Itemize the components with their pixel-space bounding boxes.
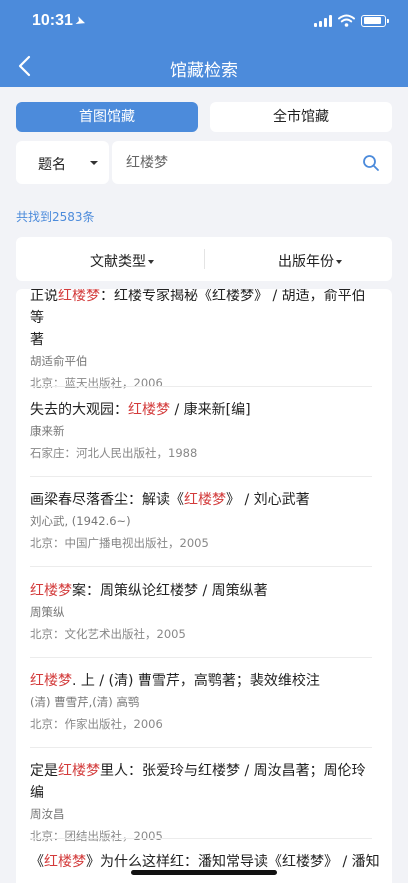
sort-type-label: 文献类型 xyxy=(90,254,146,270)
title-text: . 上 / (清) 曹雪芹，高鹗著；裴效维校注 xyxy=(72,673,320,689)
search-input[interactable] xyxy=(126,150,346,174)
list-item[interactable]: 画梁春尽落香尘：解读《红楼梦》 / 刘心武著 刘心武, (1942.6~) 北京… xyxy=(30,489,372,551)
item-title: 失去的大观园：红楼梦 / 康来新[编] xyxy=(30,399,372,421)
title-text: 》 / 刘心武著 xyxy=(226,492,310,508)
sort-year-label: 出版年份 xyxy=(278,254,334,270)
title-text: 失去的大观园： xyxy=(30,402,128,418)
item-title: 红楼梦案：周策纵论红楼梦 / 周策纵著 xyxy=(30,580,372,602)
list-item[interactable]: 红楼梦. 上 / (清) 曹雪芹，高鹗著；裴效维校注 (清) 曹雪芹,(清) 高… xyxy=(30,670,372,732)
title-highlight: 红楼梦 xyxy=(128,402,170,418)
divider xyxy=(30,838,372,839)
page-title: 馆藏检索 xyxy=(170,61,238,81)
tab-library-collection[interactable]: 首图馆藏 xyxy=(16,102,198,132)
search-box xyxy=(112,141,392,184)
item-author: 胡适俞平伯 xyxy=(30,354,88,368)
item-title: 正说红楼梦：红楼专家揭秘《红楼梦》 / 胡适，俞平伯等著 xyxy=(30,289,372,351)
item-publisher: 北京：团结出版社，2005 xyxy=(30,829,163,843)
list-item[interactable]: 失去的大观园：红楼梦 / 康来新[编] 康来新 石家庄：河北人民出版社，1988 xyxy=(30,399,372,461)
title-highlight: 红楼梦 xyxy=(184,492,226,508)
item-publisher: 北京：中国广播电视出版社，2005 xyxy=(30,536,209,550)
title-text: 画梁春尽落香尘：解读《 xyxy=(30,492,184,508)
home-indicator xyxy=(131,870,277,875)
item-publisher: 北京：作家出版社，2006 xyxy=(30,717,163,731)
title-text: / 康来新[编] xyxy=(170,402,251,418)
chevron-down-icon xyxy=(148,260,154,264)
sort-bar: 文献类型 出版年份 xyxy=(16,237,392,281)
item-title: 画梁春尽落香尘：解读《红楼梦》 / 刘心武著 xyxy=(30,489,372,511)
divider xyxy=(30,747,372,748)
title-highlight: 红楼梦 xyxy=(30,583,72,599)
list-item[interactable]: 定是红楼梦里人：张爱玲与红楼梦 / 周汝昌著；周伦玲编 周汝昌 北京：团结出版社… xyxy=(30,760,372,844)
tab-city-collection[interactable]: 全市馆藏 xyxy=(210,102,392,132)
item-author: 康来新 xyxy=(30,424,65,438)
cellular-signal-icon xyxy=(314,14,332,27)
title-text: 》为什么这样红：潘知常导读《红楼梦》 / 潘知 xyxy=(86,854,380,870)
title-text: 定是 xyxy=(30,763,58,779)
sort-year-button[interactable]: 出版年份 xyxy=(278,251,342,271)
result-count: 共找到2583条 xyxy=(16,210,95,224)
status-time-text: 10:31 xyxy=(32,12,73,29)
item-author: 周汝昌 xyxy=(30,807,65,821)
title-text: 《 xyxy=(30,854,44,870)
item-title: 红楼梦. 上 / (清) 曹雪芹，高鹗著；裴效维校注 xyxy=(30,670,372,692)
divider xyxy=(30,476,372,477)
search-field-label: 题名 xyxy=(38,157,66,173)
chevron-down-icon xyxy=(336,260,342,264)
search-icon[interactable] xyxy=(362,154,380,172)
title-highlight: 红楼梦 xyxy=(58,289,100,304)
title-highlight: 红楼梦 xyxy=(58,763,100,779)
location-icon: ➤ xyxy=(73,14,87,30)
title-highlight: 红楼梦 xyxy=(44,854,86,870)
status-time: 10:31➤ xyxy=(32,12,87,30)
item-author: 刘心武, (1942.6~) xyxy=(30,514,131,528)
divider xyxy=(30,657,372,658)
wifi-icon xyxy=(338,14,355,27)
app-header: 10:31➤ 馆藏检索 xyxy=(0,0,408,87)
item-publisher: 石家庄：河北人民出版社，1988 xyxy=(30,446,198,460)
divider xyxy=(204,249,205,269)
status-icons xyxy=(314,14,389,27)
title-text: 正说 xyxy=(30,289,58,304)
item-author: (清) 曹雪芹,(清) 高鹗 xyxy=(30,695,140,709)
item-title: 定是红楼梦里人：张爱玲与红楼梦 / 周汝昌著；周伦玲编 xyxy=(30,760,372,804)
item-author: 周策纵 xyxy=(30,605,65,619)
title-text: 著 xyxy=(30,332,44,348)
item-publisher: 北京：文化艺术出版社，2005 xyxy=(30,627,186,641)
divider xyxy=(30,566,372,567)
title-highlight: 红楼梦 xyxy=(30,673,72,689)
search-field-select[interactable]: 题名 xyxy=(16,141,109,184)
sort-type-button[interactable]: 文献类型 xyxy=(90,251,154,271)
divider xyxy=(30,386,372,387)
list-item[interactable]: 红楼梦案：周策纵论红楼梦 / 周策纵著 周策纵 北京：文化艺术出版社，2005 xyxy=(30,580,372,642)
results-list: 正说红楼梦：红楼专家揭秘《红楼梦》 / 胡适，俞平伯等著 胡适俞平伯 北京：蓝天… xyxy=(16,289,392,883)
dropdown-caret-icon xyxy=(90,161,98,165)
battery-icon xyxy=(361,14,389,27)
list-item[interactable]: 正说红楼梦：红楼专家揭秘《红楼梦》 / 胡适，俞平伯等著 胡适俞平伯 北京：蓝天… xyxy=(30,289,372,391)
battery-level xyxy=(363,17,381,24)
item-publisher: 北京：蓝天出版社，2006 xyxy=(30,376,163,390)
title-text: 案：周策纵论红楼梦 / 周策纵著 xyxy=(72,583,268,599)
